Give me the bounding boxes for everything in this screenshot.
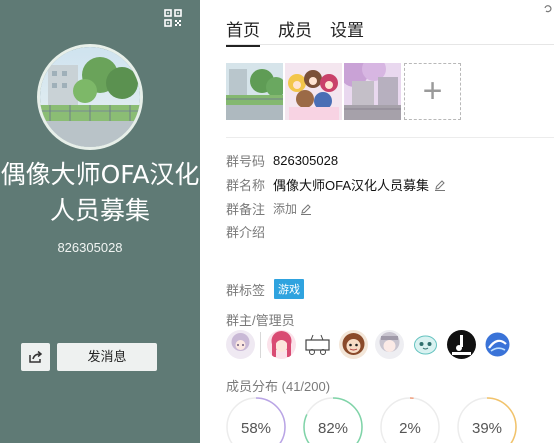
distribution-gauge[interactable]: 58% (226, 397, 286, 443)
tab-members[interactable]: 成员 (278, 16, 312, 47)
member-distribution-label: 成员分布 (41/200) (226, 376, 330, 395)
album-photo[interactable] (344, 63, 401, 120)
distribution-gauge[interactable]: 82% (303, 397, 363, 443)
admins-list (226, 330, 519, 359)
group-number-label: 群号码 (226, 154, 266, 169)
share-icon (29, 350, 43, 363)
admin-avatar[interactable] (447, 330, 476, 359)
admin-avatar[interactable] (226, 330, 255, 359)
group-detail-panel: 首页 成员 设置 + 群号码 826305028 群名称 偶像大师OFA汉化人员… (200, 0, 554, 443)
group-name-heading: 偶像大师OFA汉化人员募集 (0, 160, 200, 225)
group-number-value: 826305028 (273, 153, 339, 168)
add-remark-link[interactable]: 添加 (273, 200, 297, 217)
admin-avatar[interactable] (411, 330, 440, 359)
admin-avatar[interactable] (303, 330, 332, 359)
group-number-row: 群号码 826305028 (226, 151, 338, 170)
tab-settings[interactable]: 设置 (330, 16, 364, 47)
admin-avatar[interactable] (375, 330, 404, 359)
group-avatar[interactable] (37, 44, 143, 150)
group-album: + (226, 63, 461, 120)
gauge-percent: 39% (471, 420, 503, 437)
group-intro-label: 群介绍 (226, 225, 266, 240)
admin-avatar[interactable] (339, 330, 368, 359)
group-name-label: 群名称 (226, 178, 266, 193)
distribution-gauge[interactable]: 39% (457, 397, 517, 443)
tab-divider (226, 44, 554, 45)
group-profile-window: 偶像大师OFA汉化人员募集 826305028 发消息 首页 成员 设置 + 群… (0, 0, 554, 443)
owner-divider (260, 331, 261, 358)
edit-pencil-icon[interactable] (300, 203, 312, 215)
refresh-icon[interactable] (544, 0, 552, 13)
group-summary-panel: 偶像大师OFA汉化人员募集 826305028 发消息 (0, 0, 200, 443)
distribution-gauges: 58% 82% 2% 39% (226, 397, 534, 443)
distribution-title: 成员分布 (226, 379, 279, 394)
distribution-gauge[interactable]: 2% (380, 397, 440, 443)
tab-bar: 首页 成员 设置 (226, 16, 382, 47)
admin-avatar[interactable] (483, 330, 512, 359)
group-remark-row: 群备注 添加 (226, 199, 312, 218)
edit-pencil-icon[interactable] (434, 179, 446, 191)
send-message-button[interactable]: 发消息 (57, 343, 157, 371)
share-button[interactable] (21, 343, 50, 371)
group-intro-row: 群介绍 (226, 222, 273, 241)
album-photo[interactable] (226, 63, 283, 120)
gauge-percent: 82% (317, 420, 349, 437)
gauge-percent: 58% (240, 420, 272, 437)
group-number-text: 826305028 (57, 240, 123, 255)
section-divider (226, 137, 554, 138)
group-remark-label: 群备注 (226, 202, 266, 217)
qr-code-icon[interactable] (164, 9, 182, 27)
admin-avatar[interactable] (267, 330, 296, 359)
add-photo-button[interactable]: + (404, 63, 461, 120)
group-name-row: 群名称 偶像大师OFA汉化人员募集 (226, 175, 446, 194)
group-name-value: 偶像大师OFA汉化人员募集 (273, 178, 430, 193)
gauge-percent: 2% (399, 420, 421, 437)
group-tags-row: 群标签 游戏 (226, 279, 304, 299)
group-tags-label: 群标签 (226, 282, 266, 298)
group-tag[interactable]: 游戏 (274, 279, 304, 299)
admins-label: 群主/管理员 (226, 313, 295, 328)
member-count: (41/200) (281, 379, 331, 394)
album-photo[interactable] (285, 63, 342, 120)
tab-home[interactable]: 首页 (226, 16, 260, 47)
